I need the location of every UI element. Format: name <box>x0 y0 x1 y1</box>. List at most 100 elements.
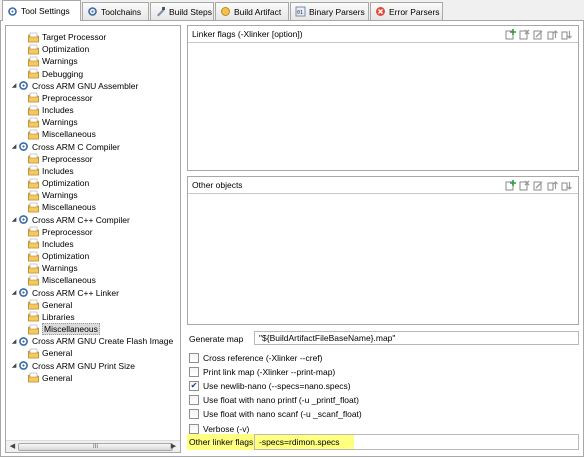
checkbox-option[interactable]: Use float with nano scanf (-u _scanf_flo… <box>189 408 362 421</box>
binary-parsers-icon: 01 <box>295 6 306 17</box>
tab-build-artifact[interactable]: Build Artifact <box>215 2 289 20</box>
expand-arrow-icon[interactable]: ◢ <box>10 82 18 89</box>
expand-arrow-icon[interactable]: ◢ <box>10 216 18 223</box>
linker-flags-title: Linker flags (-Xlinker [option]) <box>192 29 303 39</box>
tool-gear-icon <box>19 81 28 91</box>
tree-option-item[interactable]: Libraries <box>28 311 75 323</box>
tree-tool-item[interactable]: ◢ Cross ARM GNU Assembler <box>10 80 139 92</box>
tree-option-item[interactable]: Miscellaneous <box>28 323 100 336</box>
tree-option-item[interactable]: Warnings <box>28 189 78 201</box>
checkbox-option[interactable]: Print link map (-Xlinker --print-map) <box>189 365 335 378</box>
checkbox-option[interactable]: Use float with nano printf (-u _printf_f… <box>189 394 359 407</box>
tree-option-item[interactable]: Warnings <box>28 55 78 67</box>
tab-toolchains[interactable]: Toolchains <box>82 2 149 20</box>
tree-option-item[interactable]: Includes <box>28 104 74 116</box>
tree-option-item[interactable]: Optimization <box>28 177 89 189</box>
tree-item-label: Cross ARM C++ Compiler <box>32 214 130 225</box>
move-up-icon[interactable] <box>547 180 558 191</box>
option-folder-icon <box>28 299 39 310</box>
tree-option-item[interactable]: Includes <box>28 165 74 177</box>
edit-icon[interactable] <box>533 180 544 191</box>
tree-tool-item[interactable]: ◢ Cross ARM C++ Compiler <box>10 214 130 226</box>
tree-option-item[interactable]: Preprocessor <box>28 226 93 238</box>
option-folder-icon <box>28 32 39 42</box>
option-folder-icon <box>28 93 39 103</box>
tree-option-item[interactable]: Preprocessor <box>28 92 93 104</box>
expand-arrow-icon[interactable]: ◢ <box>10 338 18 345</box>
option-folder-icon <box>28 178 39 188</box>
tab-label: Error Parsers <box>389 6 440 17</box>
delete-icon[interactable] <box>519 29 530 40</box>
tree-option-item[interactable]: Preprocessor <box>28 153 93 165</box>
tab-build-steps[interactable]: Build Steps <box>150 2 214 20</box>
tab-binary-parsers[interactable]: 01 Binary Parsers <box>290 2 369 20</box>
tab-label: Binary Parsers <box>309 6 365 17</box>
option-folder-icon <box>28 251 39 261</box>
delete-icon[interactable] <box>519 180 530 191</box>
linker-flags-header: Linker flags (-Xlinker [option]) <box>188 26 578 43</box>
tree-tool-item[interactable]: ◢ Cross ARM C++ Linker <box>10 287 119 299</box>
tree-option-item[interactable]: Warnings <box>28 262 78 274</box>
tree-option-item[interactable]: Optimization <box>28 250 89 262</box>
tree-option-item[interactable]: General <box>28 372 72 384</box>
tree-option-item[interactable]: Miscellaneous <box>28 274 96 286</box>
tree-horizontal-scrollbar[interactable]: ◀ III ▶ <box>6 440 180 452</box>
tree-option-item[interactable]: Optimization <box>28 43 89 55</box>
tab-tool-settings[interactable]: Tool Settings <box>2 0 81 21</box>
checkbox-unchecked[interactable] <box>189 423 199 434</box>
move-up-icon[interactable] <box>547 29 558 40</box>
checkbox-unchecked[interactable] <box>189 395 199 406</box>
scroll-thumb[interactable]: III <box>18 443 173 451</box>
other-linker-flags-input[interactable]: -specs=rdimon.specs <box>254 434 579 450</box>
add-icon[interactable] <box>505 180 516 191</box>
checkbox-checked[interactable]: ✔ <box>189 380 199 391</box>
tab-error-parsers[interactable]: Error Parsers <box>370 2 443 20</box>
other-objects-header: Other objects <box>188 177 578 194</box>
checkbox-label: Use newlib-nano (--specs=nano.specs) <box>203 380 351 391</box>
move-down-icon[interactable] <box>561 180 572 191</box>
other-linker-flags-label: Other linker flags <box>189 435 253 449</box>
checkbox-unchecked[interactable] <box>189 366 199 377</box>
add-icon[interactable] <box>505 29 516 40</box>
scroll-left-arrow-icon[interactable]: ◀ <box>7 442 18 452</box>
tree-option-item[interactable]: Miscellaneous <box>28 201 96 213</box>
checkbox-unchecked[interactable] <box>189 409 199 420</box>
tree-option-item[interactable]: Target Processor <box>28 31 106 43</box>
expand-arrow-icon[interactable]: ◢ <box>10 289 18 296</box>
other-objects-panel: Other objects <box>187 176 579 325</box>
tree-item-label: Cross ARM C++ Linker <box>32 287 119 298</box>
expand-arrow-icon[interactable]: ◢ <box>10 362 18 369</box>
tree-item-label: Debugging <box>42 68 84 79</box>
tab-label: Tool Settings <box>21 6 70 16</box>
tree-option-item[interactable]: Includes <box>28 238 74 250</box>
expand-arrow-icon[interactable]: ◢ <box>10 143 18 150</box>
tree-tool-item[interactable]: ◢ Cross ARM GNU Print Size <box>10 360 135 372</box>
other-objects-toolbar <box>505 180 572 191</box>
tab-label: Build Steps <box>169 6 212 17</box>
option-folder-icon <box>28 239 39 249</box>
tree-item-label: Includes <box>42 165 74 176</box>
tree-item-label: Warnings <box>42 190 78 201</box>
error-parsers-icon <box>376 7 385 16</box>
checkbox-option[interactable]: ✔ Use newlib-nano (--specs=nano.specs) <box>189 379 351 392</box>
tree-option-item[interactable]: Debugging <box>28 68 83 80</box>
option-folder-icon <box>28 44 39 54</box>
generate-map-input[interactable]: "${BuildArtifactFileBaseName}.map" <box>254 331 579 345</box>
move-down-icon[interactable] <box>561 29 572 40</box>
tree-option-item[interactable]: Miscellaneous <box>28 128 96 140</box>
edit-icon[interactable] <box>533 29 544 40</box>
checkbox-unchecked[interactable] <box>189 352 199 363</box>
settings-tree[interactable]: ◀ III ▶ Target Processor Optimization Warn… <box>5 25 181 453</box>
tree-item-label: Cross ARM GNU Print Size <box>32 360 135 371</box>
tree-item-label: Target Processor <box>42 32 107 42</box>
tree-option-item[interactable]: General <box>28 299 72 311</box>
tree-tool-item[interactable]: ◢ Cross ARM C Compiler <box>10 141 120 153</box>
tree-item-label: Miscellaneous <box>42 323 100 336</box>
tree-option-item[interactable]: General <box>28 347 72 359</box>
checkbox-option[interactable]: Cross reference (-Xlinker --cref) <box>189 351 323 364</box>
option-folder-icon <box>28 68 39 79</box>
tree-tool-item[interactable]: ◢ Cross ARM GNU Create Flash Image <box>10 335 174 347</box>
tree-option-item[interactable]: Warnings <box>28 116 78 128</box>
option-folder-icon <box>28 129 39 140</box>
scroll-right-arrow-icon[interactable]: ▶ <box>168 442 179 452</box>
